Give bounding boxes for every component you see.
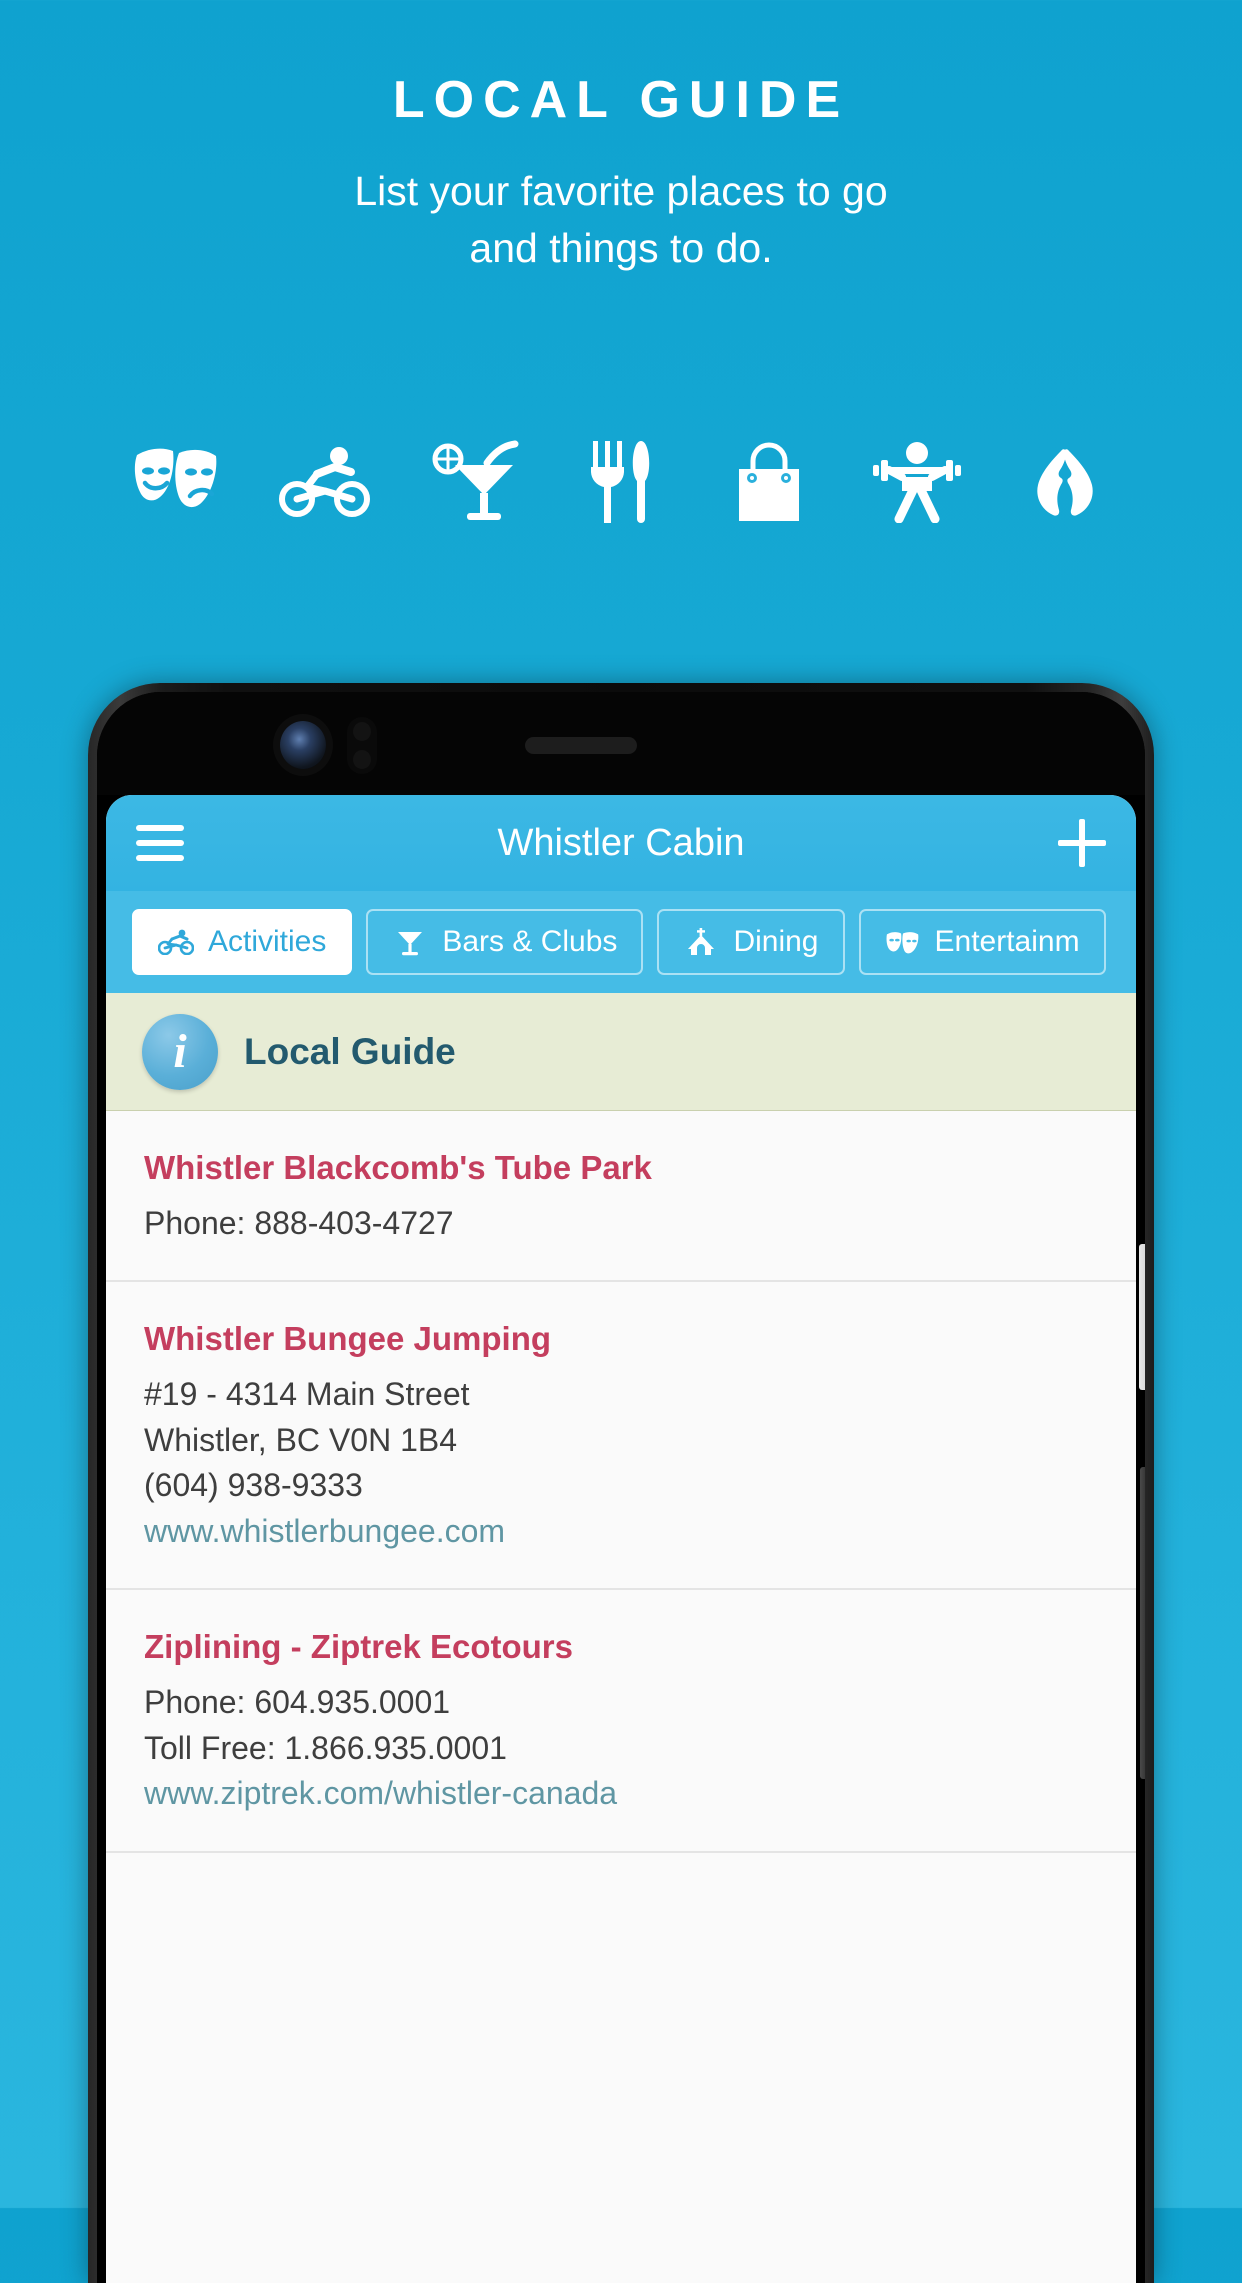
place-title: Whistler Bungee Jumping xyxy=(144,1320,552,1358)
phone-top-bezel xyxy=(97,692,1145,795)
place-detail-line: Phone: 888-403-4727 xyxy=(144,1205,454,1241)
power-button[interactable] xyxy=(1139,1244,1145,1390)
place-detail-line: (604) 938-9333 xyxy=(144,1467,363,1504)
cyclist-icon xyxy=(277,432,373,528)
list-item[interactable]: Whistler Bungee Jumping #19 - 4314 Main … xyxy=(106,1282,1136,1591)
info-icon: i xyxy=(142,1013,218,1090)
front-camera-icon xyxy=(280,721,326,769)
shopping-bag-icon xyxy=(721,432,817,528)
app-title: Whistler Cabin xyxy=(497,821,745,864)
theater-masks-icon xyxy=(885,926,921,958)
app-screen: Whistler Cabin Activities Bars & Clubs D… xyxy=(106,795,1136,2283)
hamburger-line-2 xyxy=(136,840,184,846)
place-website-link[interactable]: www.ziptrek.com/whistler-canada xyxy=(144,1771,1098,1816)
promo-header: LOCAL GUIDE List your favorite places to… xyxy=(0,0,1242,276)
place-detail-line: Phone: 604.935.0001 xyxy=(144,1684,451,1721)
spa-hands-icon xyxy=(1017,432,1113,528)
bicycle-icon xyxy=(158,926,194,958)
hamburger-line-3 xyxy=(136,855,184,861)
list-item[interactable]: Ziplining - Ziptrek Ecotours Phone: 604.… xyxy=(106,1590,1136,1853)
chapel-icon xyxy=(683,926,719,958)
place-detail-line: Toll Free: 1.866.935.0001 xyxy=(144,1729,507,1766)
fork-knife-icon xyxy=(573,432,669,528)
weightlifter-icon xyxy=(869,432,965,528)
tab-bars-clubs[interactable]: Bars & Clubs xyxy=(366,909,644,975)
place-title: Whistler Blackcomb's Tube Park xyxy=(144,1149,652,1186)
tab-entertainment[interactable]: Entertainm xyxy=(858,909,1106,975)
hamburger-line-1 xyxy=(136,825,184,831)
place-detail-line: Whistler, BC V0N 1B4 xyxy=(144,1421,457,1458)
promo-subtitle-line-1: List your favorite places to go xyxy=(354,168,888,215)
tab-entertainment-label: Entertainm xyxy=(934,925,1080,958)
hamburger-icon[interactable] xyxy=(136,825,184,861)
place-list: Whistler Blackcomb's Tube Park Phone: 88… xyxy=(106,1111,1136,1853)
category-icon-strip xyxy=(0,432,1242,528)
place-title: Ziplining - Ziptrek Ecotours xyxy=(144,1628,573,1666)
martini-glass-icon xyxy=(392,926,428,958)
page-title: LOCAL GUIDE xyxy=(392,71,850,129)
tab-dining[interactable]: Dining xyxy=(657,909,845,975)
place-detail-line: #19 - 4314 Main Street xyxy=(144,1376,470,1413)
app-header-bar: Whistler Cabin xyxy=(106,795,1136,891)
phone-screen-frame: Whistler Cabin Activities Bars & Clubs D… xyxy=(97,692,1145,2283)
promo-subtitle: List your favorite places to go and thin… xyxy=(0,163,1242,276)
plus-icon[interactable] xyxy=(1058,819,1106,867)
volume-rocker-button[interactable] xyxy=(1140,1467,1145,1779)
local-guide-label: Local Guide xyxy=(244,1030,456,1072)
category-tab-bar[interactable]: Activities Bars & Clubs Dining Entertain… xyxy=(106,891,1136,993)
place-website-link[interactable]: www.whistlerbungee.com xyxy=(144,1509,1098,1554)
tab-bars-clubs-label: Bars & Clubs xyxy=(442,925,618,958)
promo-subtitle-line-2: and things to do. xyxy=(469,224,773,271)
theater-masks-icon xyxy=(129,432,225,528)
tab-dining-label: Dining xyxy=(733,925,819,958)
phone-mockup: Whistler Cabin Activities Bars & Clubs D… xyxy=(88,683,1154,2283)
local-guide-banner[interactable]: i Local Guide xyxy=(106,993,1136,1111)
cocktail-icon xyxy=(425,432,521,528)
list-item[interactable]: Whistler Blackcomb's Tube Park Phone: 88… xyxy=(106,1111,1136,1283)
tab-activities-label: Activities xyxy=(208,925,327,958)
tab-activities[interactable]: Activities xyxy=(132,909,353,975)
proximity-sensor-icon xyxy=(347,717,377,774)
earpiece-speaker-icon xyxy=(525,737,637,754)
